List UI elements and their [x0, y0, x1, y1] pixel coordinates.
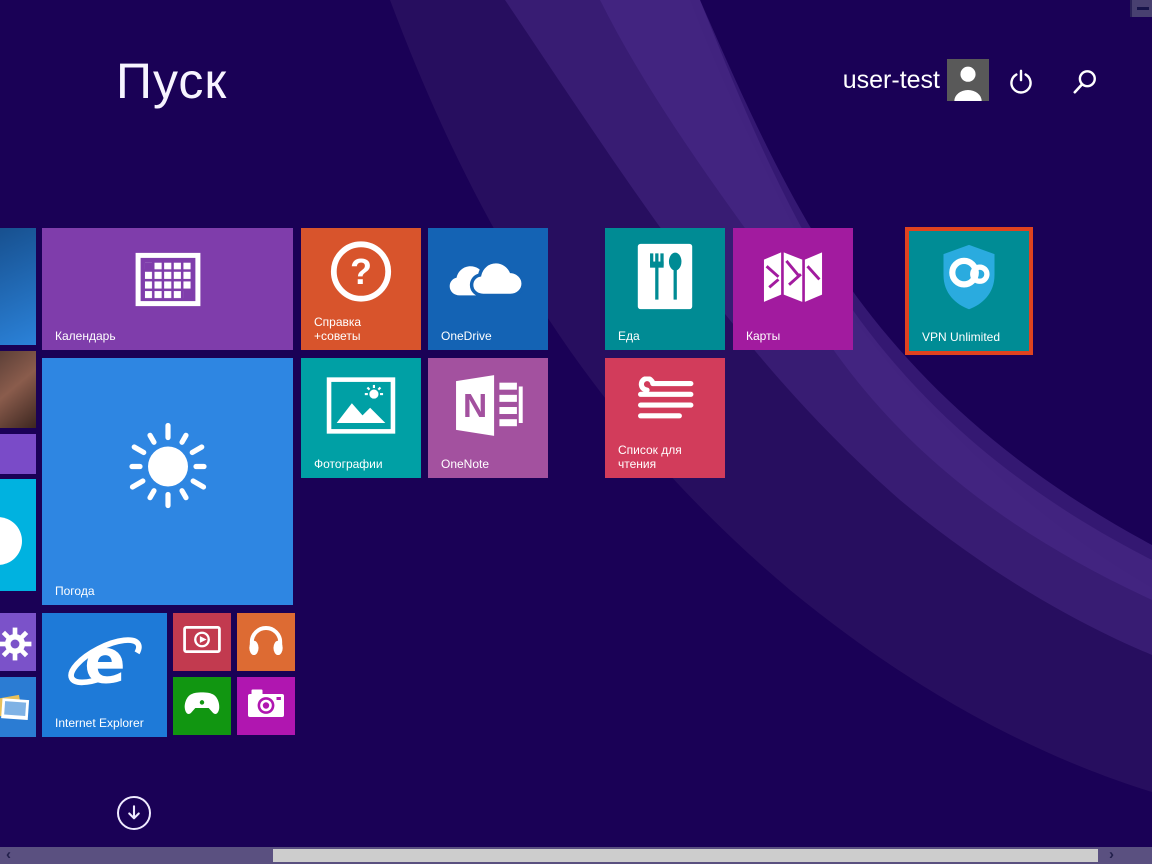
tile-music[interactable] [237, 613, 295, 671]
tile-label: Internet Explorer [55, 716, 144, 730]
ie-icon: e [62, 630, 148, 703]
search-icon [1072, 69, 1098, 95]
help-icon: ? [327, 238, 395, 311]
down-arrow-icon [125, 804, 144, 823]
scroll-left-arrow[interactable]: ‹ [6, 846, 11, 863]
headphones-icon [245, 622, 287, 663]
reading-list-icon [632, 376, 698, 431]
skype-blob [0, 517, 22, 565]
tile-label: Погода [55, 584, 95, 598]
tile-calendar[interactable]: Календарь [42, 228, 293, 350]
svg-text:N: N [463, 388, 487, 425]
tile-label: Список для чтения [618, 443, 703, 471]
shield-icon [938, 243, 1000, 316]
onenote-icon: N [453, 374, 523, 443]
tile-help-tips[interactable]: ? Справка +советы [301, 228, 421, 350]
tile-label: Карты [746, 329, 780, 343]
edge-tile-purple[interactable] [0, 434, 36, 474]
user-avatar[interactable] [946, 59, 990, 101]
tile-weather[interactable]: Погода [42, 358, 293, 605]
tile-label: Фотографии [314, 457, 383, 471]
edge-tile-settings[interactable] [0, 613, 36, 671]
tile-onenote[interactable]: N OneNote [428, 358, 548, 478]
tile-label: Календарь [55, 329, 116, 343]
svg-text:?: ? [350, 253, 372, 293]
clouds-icon [447, 250, 529, 309]
tile-camera[interactable] [237, 677, 295, 735]
tile-games[interactable] [173, 677, 231, 735]
tile-label: Еда [618, 329, 640, 343]
start-screen: Пуск user-test [0, 0, 1152, 864]
tile-reading-list[interactable]: Список для чтения [605, 358, 725, 478]
search-button[interactable] [1072, 69, 1098, 95]
tile-internet-explorer[interactable]: e Internet Explorer [42, 613, 167, 737]
video-icon [183, 626, 221, 659]
scrollbar-thumb[interactable] [273, 849, 1098, 862]
folded-map-icon [760, 248, 826, 309]
user-avatar-icon [946, 59, 990, 101]
edge-tile-photo[interactable] [0, 351, 36, 428]
tile-vpn-unlimited[interactable]: VPN Unlimited [909, 231, 1029, 351]
minus-dash-icon [1137, 7, 1149, 10]
fork-spoon-icon [636, 243, 694, 316]
tile-onedrive[interactable]: OneDrive [428, 228, 548, 350]
tile-label: OneNote [441, 457, 489, 471]
horizontal-scrollbar[interactable]: ‹ › [0, 847, 1152, 864]
user-name[interactable]: user-test [843, 66, 940, 95]
picture-icon [326, 377, 396, 440]
edge-tile-blue[interactable] [0, 228, 36, 345]
tile-label: VPN Unlimited [922, 330, 1000, 344]
photo-stack-icon [0, 691, 34, 725]
tile-maps[interactable]: Карты [733, 228, 853, 350]
power-icon [1008, 69, 1034, 95]
scroll-right-arrow[interactable]: › [1109, 846, 1114, 863]
power-button[interactable] [1008, 69, 1034, 95]
gear-icon [0, 626, 33, 662]
edge-tile-skype[interactable] [0, 479, 36, 591]
tile-food[interactable]: Еда [605, 228, 725, 350]
tile-selection-border: VPN Unlimited [905, 227, 1033, 355]
tile-label: OneDrive [441, 329, 492, 343]
apps-view-button[interactable] [117, 796, 151, 830]
tile-video[interactable] [173, 613, 231, 671]
semantic-zoom-button[interactable] [1130, 0, 1152, 17]
sun-icon [120, 419, 216, 520]
calendar-icon [135, 252, 201, 311]
gamepad-icon [182, 689, 222, 724]
tile-label: Справка +советы [314, 315, 384, 343]
page-title: Пуск [116, 52, 227, 110]
camera-icon [246, 688, 286, 725]
tile-photos[interactable]: Фотографии [301, 358, 421, 478]
edge-tile-photostack[interactable] [0, 677, 36, 737]
